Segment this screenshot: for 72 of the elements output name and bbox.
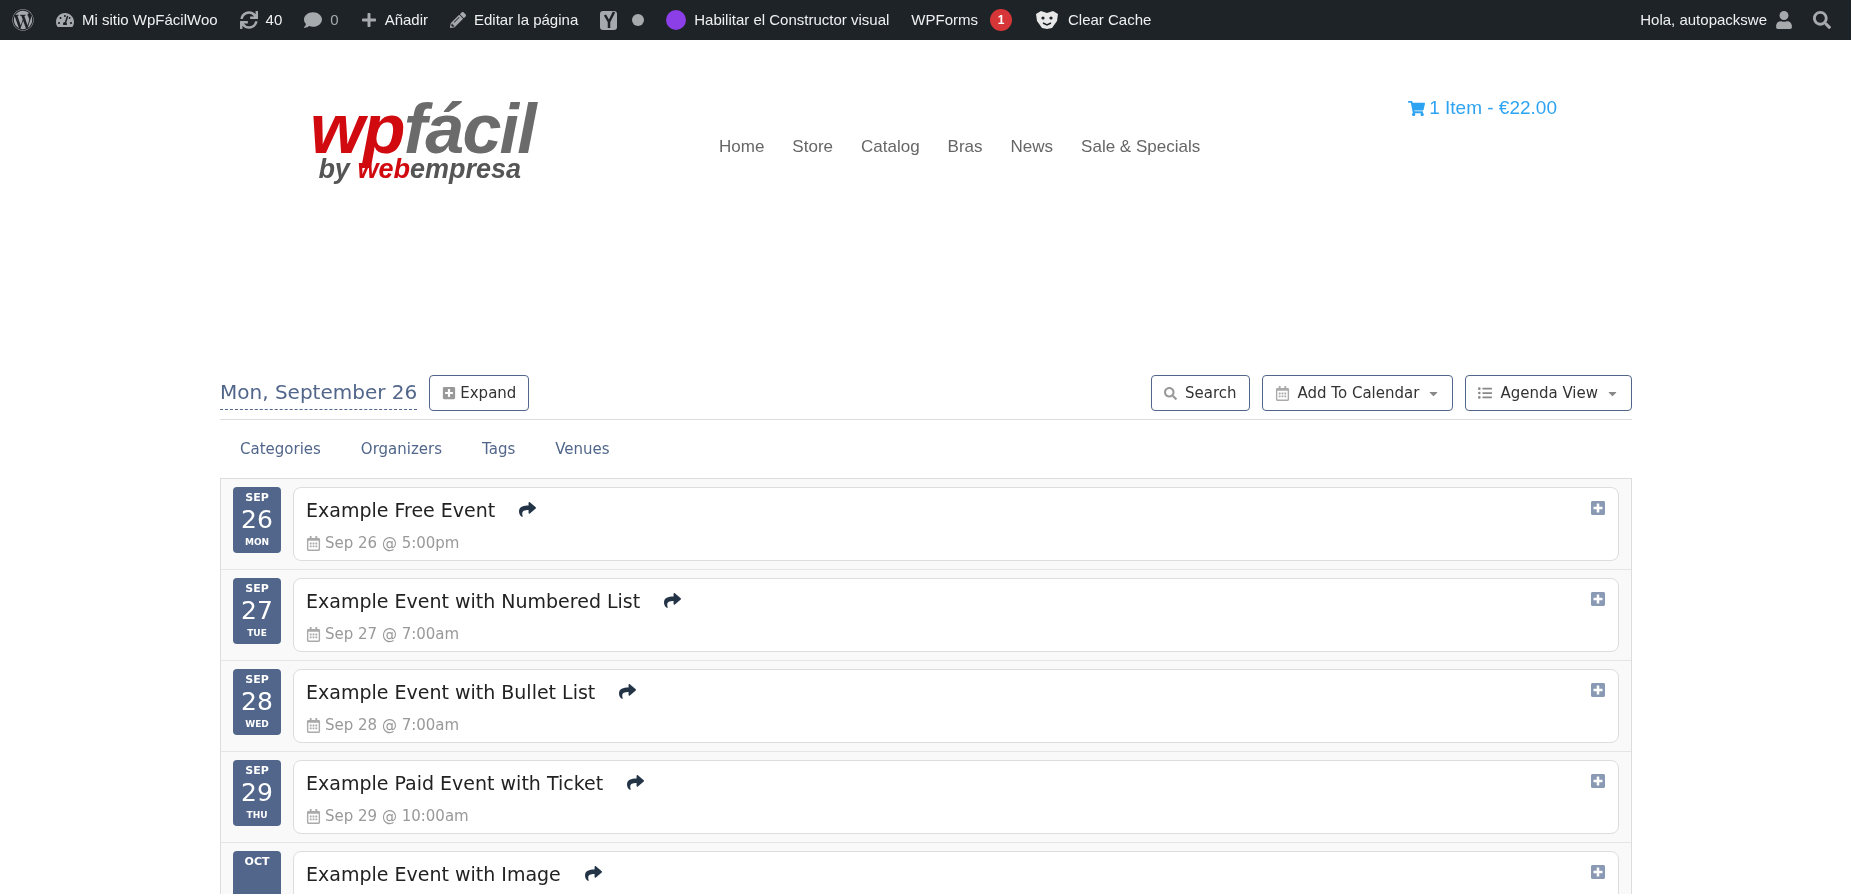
divi-logo-icon: [666, 10, 687, 30]
nav-link[interactable]: News: [1010, 134, 1054, 160]
event-title[interactable]: Example Paid Event with Ticket: [306, 768, 604, 797]
event-time: Sep 26 @ 5:00pm: [325, 533, 460, 554]
admin-bar-link[interactable]: Habilitar el Constructor visual: [694, 8, 890, 32]
site-logo[interactable]: wpfácil by webempresa: [245, 94, 535, 183]
list-icon: [1478, 386, 1493, 400]
share-icon[interactable]: [664, 592, 682, 610]
nav-link[interactable]: Bras: [947, 134, 983, 160]
filter-tab[interactable]: Categories: [240, 438, 321, 461]
event-title[interactable]: Example Event with Numbered List: [306, 586, 641, 615]
search-icon: [1164, 386, 1177, 400]
event-card[interactable]: Example Paid Event with Ticket Sep 29 @ 10:00am: [293, 759, 1619, 834]
wordpress-icon[interactable]: [12, 9, 34, 31]
refresh-icon: [239, 11, 258, 29]
share-icon[interactable]: [584, 865, 602, 883]
cart-icon: [1408, 99, 1426, 117]
current-date[interactable]: Mon, September 26: [220, 376, 418, 410]
nav-link[interactable]: Catalog: [861, 134, 920, 160]
event-time: Sep 27 @ 7:00am: [325, 624, 460, 645]
date-badge: SEP 29 THU: [233, 759, 281, 826]
calendar-icon: [306, 626, 321, 642]
plus-icon: [360, 12, 377, 28]
nav-link[interactable]: Home: [719, 134, 765, 160]
pencil-icon: [450, 12, 466, 28]
search-icon[interactable]: [1813, 11, 1831, 29]
toolbar-button[interactable]: Add To Calendar: [1261, 375, 1454, 411]
calendar-icon: [1274, 385, 1290, 401]
admin-bar-link[interactable]: WPForms: [911, 8, 978, 32]
expand-button[interactable]: Expand: [429, 375, 530, 411]
calendar-icon: [306, 535, 321, 551]
toolbar-button[interactable]: Search: [1151, 375, 1250, 411]
event-title[interactable]: Example Free Event: [306, 495, 496, 524]
filter-tab[interactable]: Organizers: [360, 438, 443, 461]
admin-bar-link[interactable]: Clear Cache: [1068, 8, 1152, 32]
expand-icon[interactable]: [1590, 863, 1606, 880]
nav-link[interactable]: Store: [792, 134, 833, 160]
gauge-icon: [56, 11, 74, 29]
admin-bar-link[interactable]: 40: [265, 8, 283, 32]
event-card[interactable]: Example Free Event Sep 26 @ 5:00pm: [293, 486, 1619, 561]
toolbar-button[interactable]: Agenda View: [1465, 375, 1632, 411]
calendar-icon: [306, 717, 321, 733]
greeting-link[interactable]: Hola, autopackswe: [1640, 8, 1767, 32]
expand-icon[interactable]: [1590, 590, 1606, 607]
share-icon[interactable]: [519, 501, 537, 519]
nav-link[interactable]: Sale & Specials: [1081, 134, 1201, 160]
event-card[interactable]: Example Event with Image: [293, 850, 1619, 894]
notification-count: 1: [990, 9, 1012, 31]
event-card[interactable]: Example Event with Bullet List Sep 28 @ 7:00am: [293, 668, 1619, 743]
event-time: Sep 28 @ 7:00am: [325, 715, 460, 736]
event-card[interactable]: Example Event with Numbered List Sep 27 @ 7:00am: [293, 577, 1619, 652]
admin-bar-link[interactable]: Añadir: [384, 8, 428, 32]
date-badge: SEP 27 TUE: [233, 577, 281, 644]
event-time: Sep 29 @ 10:00am: [325, 806, 469, 827]
admin-bar-link[interactable]: Editar la página: [474, 8, 579, 32]
filter-tab[interactable]: Venues: [555, 438, 610, 461]
expand-icon[interactable]: [1590, 499, 1606, 516]
calendar-icon: [306, 808, 321, 824]
admin-bar-link[interactable]: Mi sitio WpFácilWoo: [82, 8, 218, 32]
date-badge: SEP 28 WED: [233, 668, 281, 735]
admin-bar-link[interactable]: 0: [330, 8, 339, 32]
comment-icon: [304, 11, 323, 29]
expand-icon[interactable]: [1590, 772, 1606, 789]
date-badge: OCT: [233, 850, 281, 894]
share-icon[interactable]: [627, 774, 645, 792]
expand-icon[interactable]: [1590, 681, 1606, 698]
filter-tab[interactable]: Tags: [482, 438, 516, 461]
user-icon[interactable]: [1775, 11, 1793, 29]
date-badge: SEP 26 MON: [233, 486, 281, 553]
event-title[interactable]: Example Event with Bullet List: [306, 677, 596, 706]
share-icon[interactable]: [619, 683, 637, 701]
event-title[interactable]: Example Event with Image: [306, 859, 561, 888]
